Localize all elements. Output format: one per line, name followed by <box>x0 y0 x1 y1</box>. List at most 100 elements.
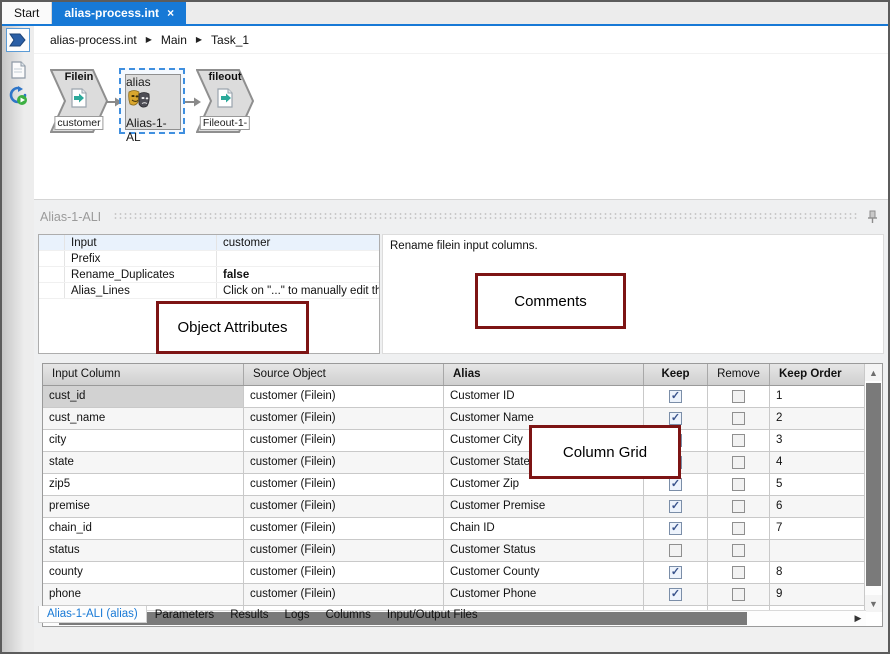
attribute-value[interactable] <box>217 251 379 266</box>
attribute-value[interactable]: false <box>217 267 379 282</box>
grid-row-premise[interactable]: premisecustomer (Filein)Customer Premise… <box>43 496 866 518</box>
grid-header-alias[interactable]: Alias <box>444 364 644 385</box>
input-column-cell[interactable]: county <box>43 562 244 583</box>
scroll-right-icon[interactable]: ▶ <box>850 611 866 626</box>
source-object-cell[interactable]: customer (Filein) <box>244 562 444 583</box>
keep-checkbox[interactable] <box>669 544 682 557</box>
vertical-scroll-thumb[interactable] <box>866 383 881 586</box>
node-alias-selection[interactable]: alias Alias-1-AL <box>119 68 185 134</box>
attribute-row[interactable]: Prefix <box>39 251 379 267</box>
attribute-value[interactable]: customer <box>217 235 379 250</box>
keep-order-cell[interactable]: 4 <box>770 452 866 473</box>
alias-cell[interactable]: Customer ID <box>444 386 644 407</box>
keep-order-cell[interactable] <box>770 540 866 561</box>
refresh-run-button[interactable] <box>6 84 30 108</box>
remove-checkbox[interactable] <box>732 434 745 447</box>
vertical-scrollbar[interactable]: ▲ ▼ <box>864 364 882 612</box>
keep-checkbox[interactable]: ✓ <box>669 566 682 579</box>
keep-order-cell[interactable]: 3 <box>770 430 866 451</box>
grid-row-city[interactable]: citycustomer (Filein)Customer City✓3 <box>43 430 866 452</box>
source-object-cell[interactable]: customer (Filein) <box>244 408 444 429</box>
remove-checkbox[interactable] <box>732 566 745 579</box>
input-column-cell[interactable]: cust_id <box>43 386 244 407</box>
close-icon[interactable]: × <box>167 6 174 20</box>
input-column-cell[interactable]: zip5 <box>43 474 244 495</box>
input-column-cell[interactable]: state <box>43 452 244 473</box>
tab-start[interactable]: Start <box>2 2 52 24</box>
attribute-row[interactable]: Inputcustomer <box>39 235 379 251</box>
keep-order-cell[interactable]: 6 <box>770 496 866 517</box>
keep-order-cell[interactable]: 2 <box>770 408 866 429</box>
grid-row-cust_name[interactable]: cust_namecustomer (Filein)Customer Name✓… <box>43 408 866 430</box>
keep-checkbox[interactable]: ✓ <box>669 478 682 491</box>
grid-row-county[interactable]: countycustomer (Filein)Customer County ✓ 8 <box>43 562 866 584</box>
source-object-cell[interactable]: customer (Filein) <box>244 584 444 605</box>
bottom-tab-results[interactable]: Results <box>222 607 276 623</box>
dataflow-canvas[interactable]: Filein customer alias <box>34 54 888 199</box>
remove-checkbox[interactable] <box>732 412 745 425</box>
breadcrumb-item[interactable]: Main <box>161 33 187 47</box>
alias-cell[interactable]: Customer County <box>444 562 644 583</box>
source-object-cell[interactable]: customer (Filein) <box>244 452 444 473</box>
attribute-value[interactable]: Click on "..." to manually edit the <box>217 283 379 298</box>
bottom-tab-logs[interactable]: Logs <box>277 607 318 623</box>
keep-order-cell[interactable]: 5 <box>770 474 866 495</box>
node-fileout[interactable]: fileout Fileout-1- <box>196 69 254 133</box>
input-column-cell[interactable]: premise <box>43 496 244 517</box>
source-object-cell[interactable]: customer (Filein) <box>244 386 444 407</box>
grid-row-cust_id[interactable]: cust_idcustomer (Filein)Customer ID ✓ 1 <box>43 386 866 408</box>
attribute-row[interactable]: Alias_LinesClick on "..." to manually ed… <box>39 283 379 299</box>
keep-checkbox[interactable]: ✓ <box>669 588 682 601</box>
input-column-cell[interactable]: phone <box>43 584 244 605</box>
breadcrumb-item[interactable]: alias-process.int <box>50 33 137 47</box>
alias-cell[interactable]: Customer Status <box>444 540 644 561</box>
grid-row-status[interactable]: statuscustomer (Filein)Customer Status <box>43 540 866 562</box>
keep-checkbox[interactable]: ✓ <box>669 412 682 425</box>
breadcrumb-item[interactable]: Task_1 <box>211 33 249 47</box>
input-column-cell[interactable]: cust_name <box>43 408 244 429</box>
bottom-tab-alias-1-ali-alias-[interactable]: Alias-1-ALI (alias) <box>38 606 147 623</box>
scroll-up-icon[interactable]: ▲ <box>865 364 882 381</box>
input-column-cell[interactable]: status <box>43 540 244 561</box>
remove-checkbox[interactable] <box>732 478 745 491</box>
bottom-tab-input-output-files[interactable]: Input/Output Files <box>379 607 486 623</box>
new-document-button[interactable] <box>6 58 30 82</box>
keep-order-cell[interactable]: 1 <box>770 386 866 407</box>
comments-area[interactable]: Rename filein input columns. <box>382 234 884 354</box>
source-object-cell[interactable]: customer (Filein) <box>244 496 444 517</box>
alias-cell[interactable]: Customer Premise <box>444 496 644 517</box>
alias-cell[interactable]: Customer Phone <box>444 584 644 605</box>
grid-header-keep[interactable]: Keep <box>644 364 708 385</box>
grid-row-zip5[interactable]: zip5customer (Filein)Customer Zip✓5 <box>43 474 866 496</box>
grid-header-input-column[interactable]: Input Column <box>43 364 244 385</box>
grid-row-phone[interactable]: phonecustomer (Filein)Customer Phone✓9 <box>43 584 866 606</box>
keep-order-cell[interactable]: 8 <box>770 562 866 583</box>
source-object-cell[interactable]: customer (Filein) <box>244 430 444 451</box>
keep-order-cell[interactable]: 7 <box>770 518 866 539</box>
grid-header-keep-order[interactable]: Keep Order <box>770 364 866 385</box>
attribute-row[interactable]: Rename_Duplicatesfalse <box>39 267 379 283</box>
grid-row-chain_id[interactable]: chain_idcustomer (Filein)Chain ID✓7 <box>43 518 866 540</box>
keep-checkbox[interactable]: ✓ <box>669 522 682 535</box>
bottom-tab-columns[interactable]: Columns <box>317 607 378 623</box>
grid-header-remove[interactable]: Remove <box>708 364 770 385</box>
remove-checkbox[interactable] <box>732 544 745 557</box>
alias-cell[interactable]: Chain ID <box>444 518 644 539</box>
bottom-tab-parameters[interactable]: Parameters <box>147 607 222 623</box>
remove-checkbox[interactable] <box>732 522 745 535</box>
node-alias[interactable]: alias Alias-1-AL <box>125 74 181 130</box>
grid-header-source-object[interactable]: Source Object <box>244 364 444 385</box>
pin-icon[interactable] <box>867 210 878 224</box>
source-object-cell[interactable]: customer (Filein) <box>244 540 444 561</box>
remove-checkbox[interactable] <box>732 390 745 403</box>
source-object-cell[interactable]: customer (Filein) <box>244 474 444 495</box>
scroll-down-icon[interactable]: ▼ <box>865 595 882 612</box>
remove-checkbox[interactable] <box>732 500 745 513</box>
remove-checkbox[interactable] <box>732 588 745 601</box>
grid-row-state[interactable]: statecustomer (Filein)Customer State✓4 <box>43 452 866 474</box>
source-object-cell[interactable]: customer (Filein) <box>244 518 444 539</box>
keep-checkbox[interactable]: ✓ <box>669 500 682 513</box>
node-filein[interactable]: Filein customer <box>50 69 108 133</box>
keep-checkbox[interactable]: ✓ <box>669 390 682 403</box>
tab-alias-process[interactable]: alias-process.int × <box>52 2 186 24</box>
